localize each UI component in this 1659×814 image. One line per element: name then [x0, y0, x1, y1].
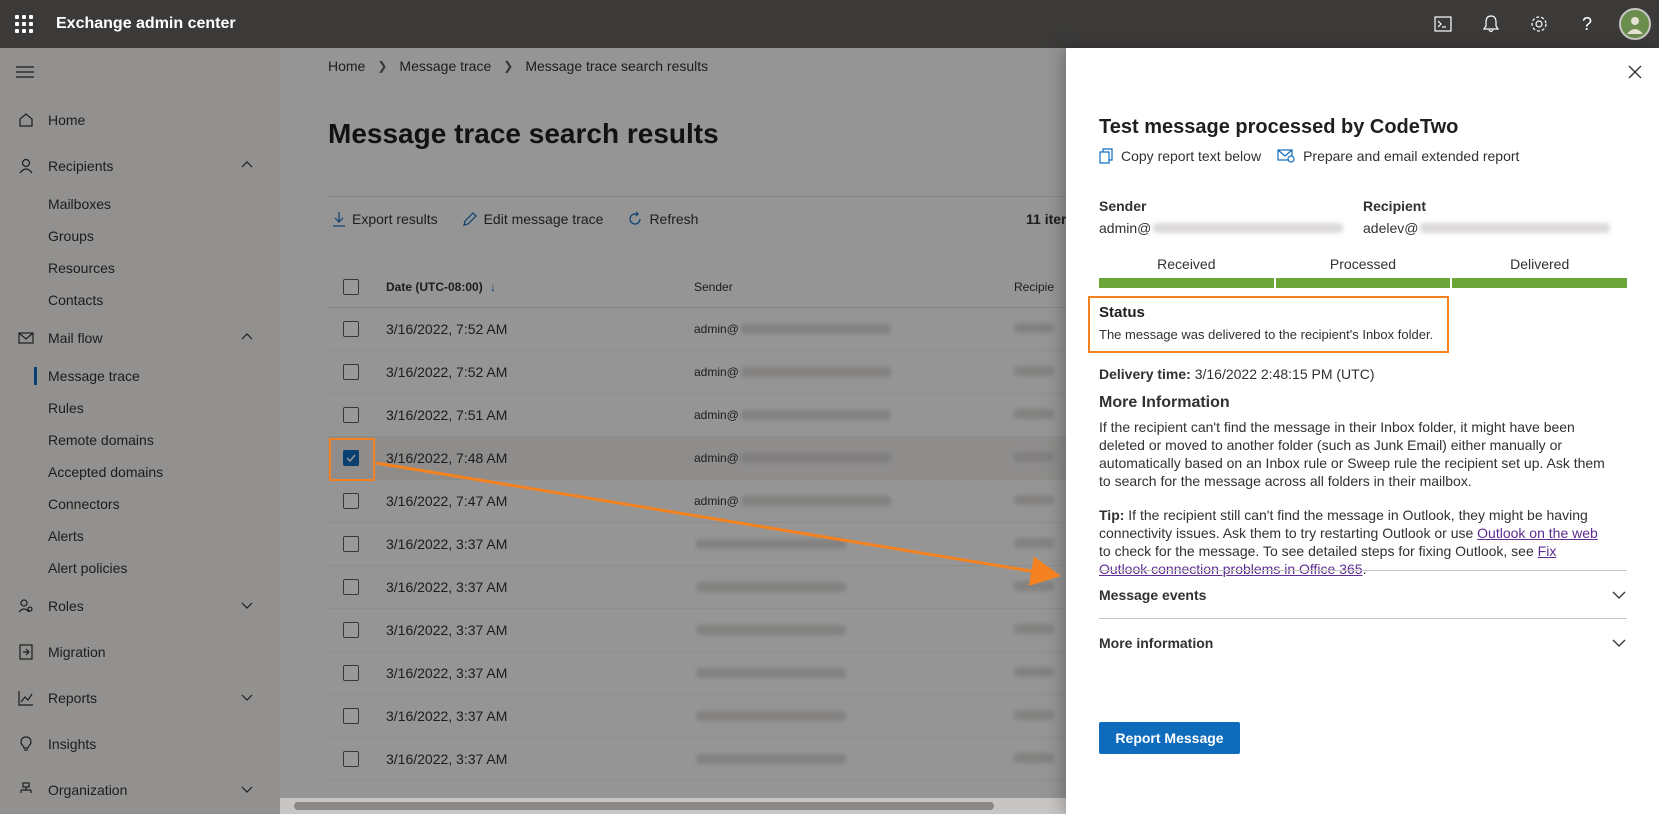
close-icon[interactable] — [1625, 62, 1645, 82]
more-information-accordion[interactable]: More information — [1099, 618, 1627, 666]
recipient-label: Recipient — [1363, 198, 1427, 214]
copy-report-button[interactable]: Copy report text below — [1099, 148, 1261, 164]
stage-processed-label: Processed — [1329, 256, 1397, 272]
help-icon[interactable]: ? — [1563, 0, 1611, 48]
chevron-down-icon — [1612, 639, 1626, 647]
delivery-time-label: Delivery time: — [1099, 366, 1191, 382]
tip-text-2: to check for the message. To see detaile… — [1099, 543, 1534, 559]
tip-text: Tip: If the recipient still can't find t… — [1099, 506, 1605, 578]
redacted-sender — [1153, 223, 1344, 233]
stage-received-label: Received — [1157, 256, 1216, 272]
recipient-block: Recipient adelev@ — [1363, 198, 1611, 236]
status-box: Status The message was delivered to the … — [1088, 296, 1449, 353]
tip-label: Tip: — [1099, 507, 1125, 523]
more-information-accordion-label: More information — [1099, 634, 1214, 651]
message-events-label: Message events — [1099, 586, 1207, 603]
stage-delivered-label: Delivered — [1510, 256, 1570, 272]
email-report-label: Prepare and email extended report — [1303, 148, 1520, 164]
outlook-on-the-web-link[interactable]: Outlook on the web — [1477, 525, 1598, 541]
report-message-button[interactable]: Report Message — [1099, 722, 1240, 754]
sender-label: Sender — [1099, 198, 1147, 214]
selected-row-highlight — [329, 438, 375, 481]
app-title: Exchange admin center — [56, 15, 236, 32]
stage-processed-bar — [1275, 278, 1451, 288]
bell-icon[interactable] — [1467, 0, 1515, 48]
panel-title: Test message processed by CodeTwo — [1099, 116, 1459, 138]
delivery-time: Delivery time: 3/16/2022 2:48:15 PM (UTC… — [1099, 366, 1374, 382]
status-text: The message was delivered to the recipie… — [1099, 327, 1434, 342]
recipient-value: adelev@ — [1363, 220, 1419, 236]
stage-delivered-bar — [1452, 278, 1628, 288]
avatar[interactable] — [1619, 8, 1651, 40]
stage-received-bar — [1099, 278, 1274, 288]
email-report-button[interactable]: Prepare and email extended report — [1277, 148, 1519, 164]
message-details-panel: Test message processed by CodeTwo Copy r… — [1066, 48, 1659, 814]
modal-overlay[interactable] — [0, 48, 1066, 814]
terminal-icon[interactable] — [1419, 0, 1467, 48]
sender-block: Sender admin@ — [1099, 198, 1344, 236]
chevron-down-icon — [1612, 591, 1626, 599]
copy-icon — [1099, 148, 1113, 164]
copy-report-label: Copy report text below — [1121, 148, 1262, 164]
sender-value: admin@ — [1099, 220, 1152, 236]
status-title: Status — [1099, 304, 1145, 321]
gear-icon[interactable] — [1515, 0, 1563, 48]
stage-delivered: Delivered — [1452, 256, 1628, 288]
scrollbar-thumb[interactable] — [294, 802, 994, 810]
redacted-recipient — [1420, 223, 1611, 233]
mail-settings-icon — [1277, 149, 1295, 163]
delivery-progress: Received Processed Delivered — [1099, 256, 1628, 288]
stage-received: Received — [1099, 256, 1274, 288]
horizontal-scrollbar[interactable] — [280, 798, 1066, 814]
top-bar: Exchange admin center ? — [0, 0, 1659, 48]
message-events-accordion[interactable]: Message events — [1099, 570, 1627, 618]
waffle-icon[interactable] — [0, 0, 48, 48]
more-information-title: More Information — [1099, 394, 1230, 411]
stage-processed: Processed — [1275, 256, 1451, 288]
more-information-text: If the recipient can't find the message … — [1099, 419, 1605, 489]
delivery-time-value: 3/16/2022 2:48:15 PM (UTC) — [1194, 366, 1375, 382]
